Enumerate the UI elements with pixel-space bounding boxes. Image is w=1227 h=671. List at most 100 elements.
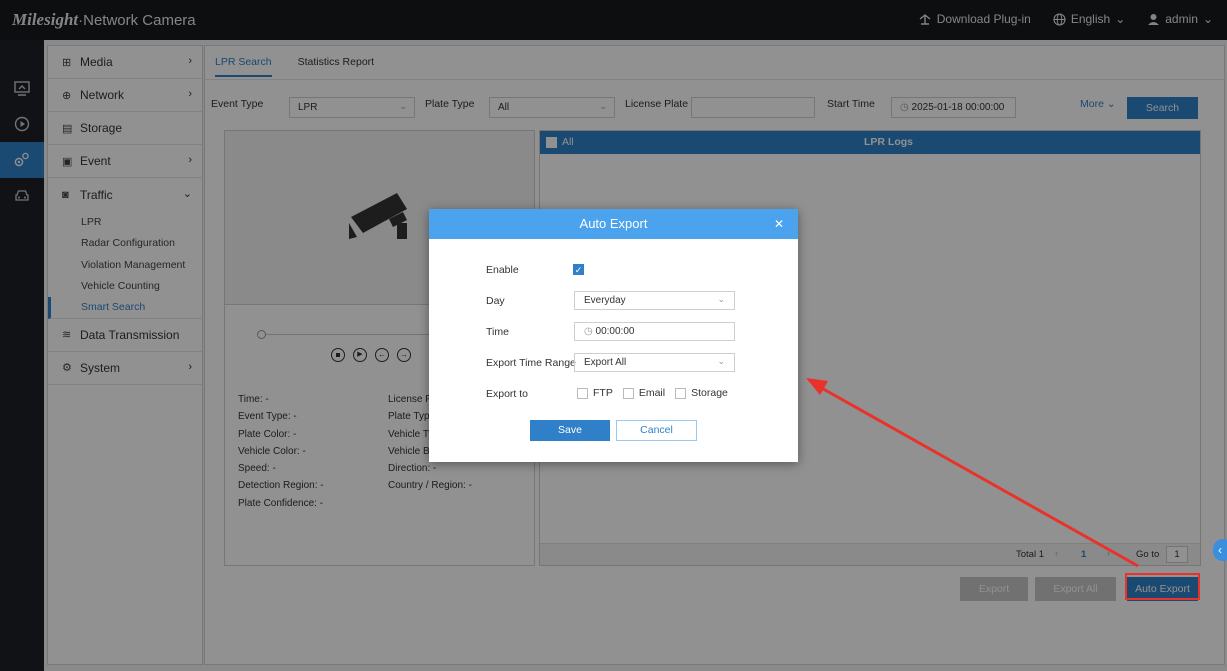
close-icon[interactable]: ✕ (774, 209, 784, 239)
enable-checkbox[interactable]: ✓ (573, 264, 584, 275)
user-icon (1148, 13, 1160, 25)
export-button[interactable]: Export (960, 577, 1028, 601)
layers-icon: ≋ (62, 329, 72, 341)
export-to-options: FTP Email Storage (577, 387, 728, 399)
progress-handle[interactable] (257, 330, 266, 339)
info-time: Time: - (238, 394, 269, 405)
chevron-down-icon: ⌄ (1106, 98, 1116, 110)
time-value: 00:00:00 (595, 326, 635, 337)
download-plugin-link[interactable]: Download Plug-in (918, 12, 1031, 26)
live-view-nav[interactable] (0, 70, 44, 106)
submenu-radar-configuration[interactable]: Radar Configuration (48, 233, 202, 255)
chevron-down-icon: ⌄ (399, 101, 407, 111)
submenu-lpr[interactable]: LPR (48, 211, 202, 233)
next-page-icon[interactable]: › (1107, 548, 1110, 559)
logs-title: LPR Logs (864, 136, 913, 148)
chevron-down-icon: ⌄ (1115, 12, 1126, 26)
ftp-checkbox[interactable] (577, 387, 588, 399)
day-select[interactable]: Everyday ⌄ (574, 291, 735, 310)
side-collapse-button[interactable]: ‹ (1213, 539, 1227, 561)
menu-label: Media (80, 55, 113, 69)
select-all-label: All (562, 136, 574, 148)
goto-label: Go to (1136, 549, 1160, 560)
menu-label: System (80, 360, 121, 375)
export-storage-option[interactable]: Storage (675, 387, 728, 399)
camera-icon (349, 193, 407, 239)
more-label: More (1080, 98, 1104, 110)
prev-page-icon[interactable]: ‹ (1055, 548, 1058, 559)
export-all-button[interactable]: Export All (1035, 577, 1116, 601)
email-checkbox[interactable] (622, 387, 634, 399)
menu-item-storage[interactable]: ▤ Storage (48, 112, 202, 145)
top-actions: Download Plug-in English ⌄ admin ⌄ (918, 12, 1213, 26)
info-plate-color: Plate Color: - (238, 428, 297, 440)
user-menu[interactable]: admin ⌄ (1147, 12, 1213, 26)
settings-nav[interactable] (0, 142, 44, 178)
menu-item-system[interactable]: ⚙ System › (48, 352, 202, 385)
export-email-option[interactable]: Email (622, 387, 665, 399)
chevron-right-icon: › (188, 55, 192, 67)
user-label: admin (1165, 12, 1198, 26)
chevron-right-icon: › (188, 88, 192, 100)
play-icon[interactable]: ▶ (353, 348, 367, 362)
info-left: Time: - Event Type: - Plate Color: - Veh… (238, 391, 324, 512)
download-plugin-label: Download Plug-in (936, 12, 1031, 26)
tab-bar: LPR Search Statistics Report (215, 56, 374, 77)
more-filters-link[interactable]: More ⌄ (1080, 98, 1116, 110)
storage-icon: ▤ (62, 122, 73, 135)
submenu-smart-search[interactable]: Smart Search (48, 297, 202, 319)
info-speed: Speed: - (238, 463, 276, 475)
event-type-select[interactable]: LPR ⌄ (289, 97, 415, 118)
tab-lpr-search[interactable]: LPR Search (215, 56, 272, 77)
info-event-type: Event Type: - (238, 411, 297, 423)
submenu-vehicle-counting[interactable]: Vehicle Counting (48, 276, 202, 298)
traffic-nav[interactable] (0, 178, 44, 214)
time-label: Time (486, 326, 509, 338)
stop-icon[interactable] (331, 348, 345, 362)
start-time-input[interactable]: ◷ 2025-01-18 00:00:00 (891, 97, 1016, 118)
menu-item-media[interactable]: ⊞ Media › (48, 46, 202, 79)
submenu-violation-management[interactable]: Violation Management (48, 254, 202, 276)
ftp-label: FTP (593, 387, 613, 399)
total-count: Total 1 (1016, 549, 1044, 560)
chevron-right-icon: › (188, 360, 192, 373)
menu-label: Traffic (80, 187, 113, 202)
menu-label: Data Transmission (80, 327, 180, 342)
search-button[interactable]: Search (1127, 97, 1198, 119)
license-plate-input[interactable] (691, 97, 815, 118)
chevron-down-icon: ⌄ (717, 294, 725, 304)
menu-item-data-transmission[interactable]: ≋ Data Transmission (48, 319, 202, 352)
export-ftp-option[interactable]: FTP (577, 387, 613, 399)
language-select[interactable]: English ⌄ (1053, 12, 1125, 26)
pagination: Total 1 ‹ 1 › Go to 1 (540, 543, 1200, 565)
globe-icon: ⊕ (62, 89, 72, 102)
save-button[interactable]: Save (530, 420, 610, 441)
menu-item-traffic[interactable]: ◙ Traffic ⌄ (48, 178, 202, 211)
info-country-region: Country / Region: - (388, 480, 472, 492)
storage-label: Storage (691, 387, 728, 399)
menu-item-event[interactable]: ▣ Event › (48, 145, 202, 178)
export-time-range-select[interactable]: Export All ⌄ (574, 353, 735, 372)
day-value: Everyday (584, 295, 626, 306)
clock-icon: ◷ (584, 326, 596, 337)
playback-nav[interactable] (0, 106, 44, 142)
auto-export-button[interactable]: Auto Export (1127, 577, 1198, 601)
monitor-icon (14, 80, 30, 96)
goto-input[interactable]: 1 (1166, 546, 1188, 563)
storage-checkbox[interactable] (675, 387, 687, 399)
event-type-value: LPR (298, 102, 318, 113)
day-label: Day (486, 295, 505, 307)
car-icon: ◙ (62, 188, 69, 201)
auto-export-dialog: Auto Export ✕ Enable ✓ Day Everyday ⌄ Tim… (429, 209, 798, 462)
current-page[interactable]: 1 (1081, 549, 1086, 560)
menu-label: Event (80, 154, 111, 168)
menu-item-network[interactable]: ⊕ Network › (48, 79, 202, 112)
media-icon: ⊞ (62, 56, 72, 69)
plate-type-select[interactable]: All ⌄ (489, 97, 615, 118)
select-all-checkbox[interactable] (546, 137, 557, 148)
previous-icon[interactable]: ← (375, 348, 389, 362)
next-icon[interactable]: → (397, 348, 411, 362)
time-input[interactable]: ◷ 00:00:00 (574, 322, 735, 341)
cancel-button[interactable]: Cancel (616, 420, 697, 441)
tab-statistics-report[interactable]: Statistics Report (298, 56, 374, 77)
